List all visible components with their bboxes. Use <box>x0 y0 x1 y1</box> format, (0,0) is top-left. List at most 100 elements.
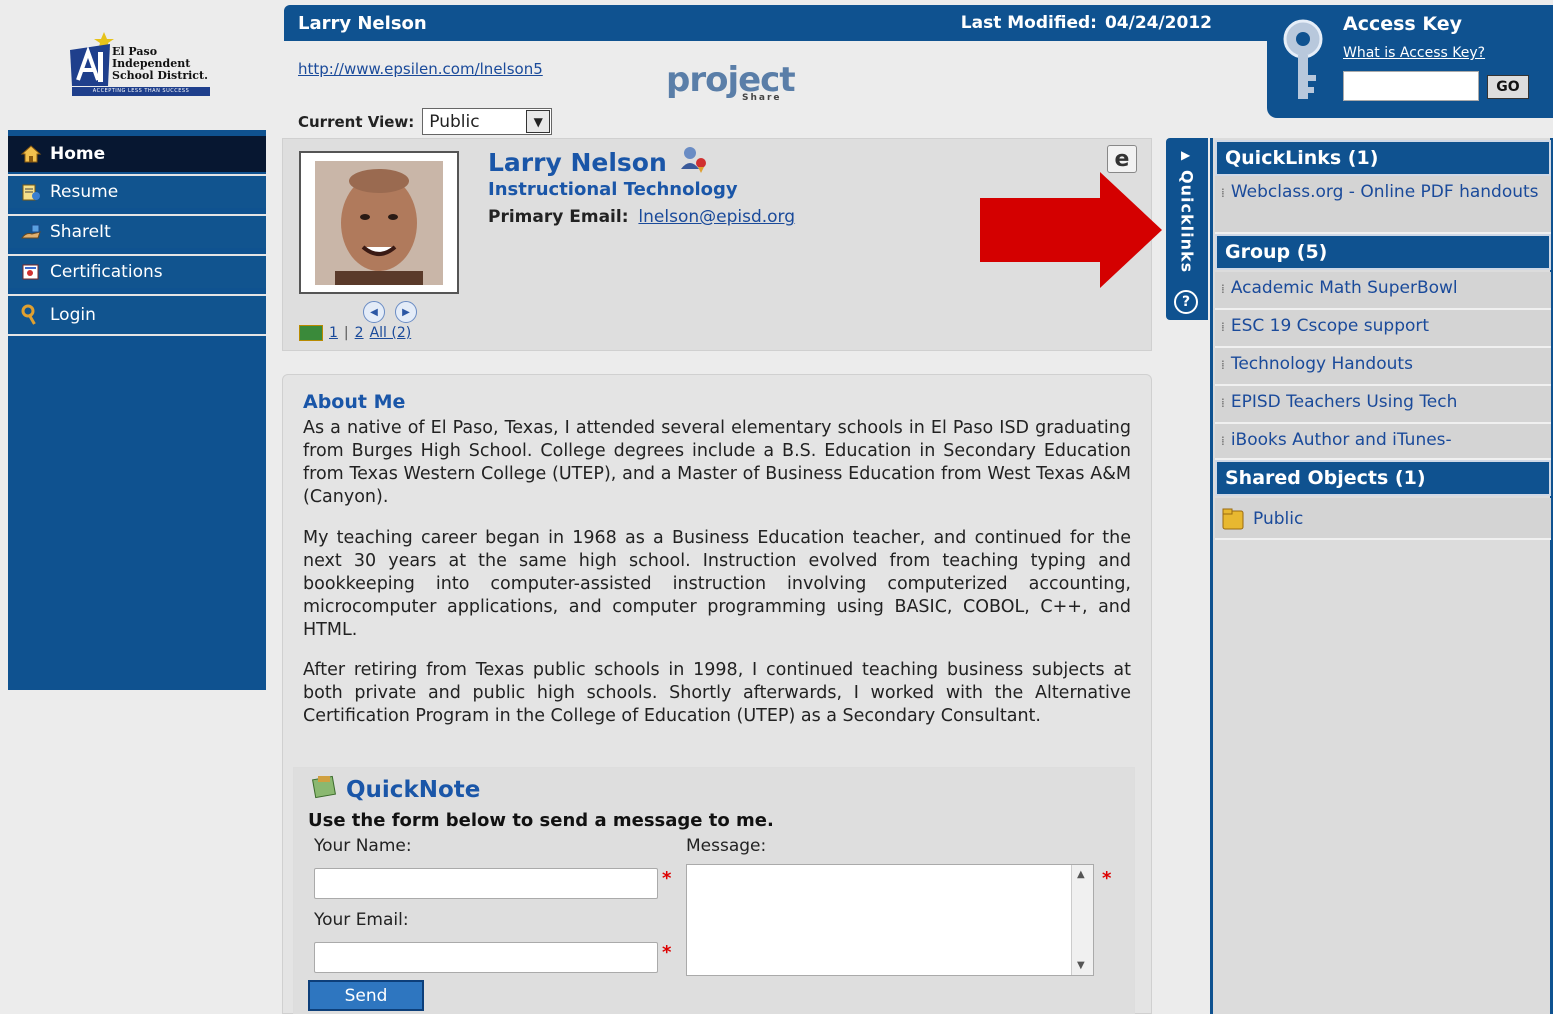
photo-all-link[interactable]: All (2) <box>370 325 412 341</box>
photo-page-separator: | <box>343 325 349 341</box>
group-item[interactable]: ⁞ ESC 19 Cscope support <box>1215 310 1551 348</box>
resume-icon <box>18 181 44 203</box>
photo-pagination: 1 | 2 All (2) <box>299 325 411 341</box>
group-label: EPISD Teachers Using Tech <box>1230 392 1458 412</box>
key-icon <box>18 304 44 326</box>
message-label: Message: <box>686 836 767 856</box>
quicklinks-tab-label: Quicklinks <box>1177 170 1197 274</box>
note-icon <box>310 774 338 806</box>
profile-department: Instructional Technology <box>488 179 738 200</box>
profile-url-link[interactable]: http://www.epsilen.com/lnelson5 <box>298 60 543 78</box>
group-label: Academic Math SuperBowl <box>1230 278 1458 298</box>
group-item[interactable]: ⁞ Academic Math SuperBowl <box>1215 272 1551 310</box>
logo-tagline: ACCEPTING LESS THAN SUCCESS <box>72 87 210 96</box>
photo-gallery-icon <box>299 325 323 341</box>
nav-divider <box>8 334 266 336</box>
quicklinks-tab[interactable]: ▶ Quicklinks ? <box>1166 138 1208 320</box>
bullet-icon: ⁞ <box>1221 396 1225 410</box>
required-marker: * <box>662 942 672 963</box>
photo-page-2-link[interactable]: 2 <box>355 325 364 341</box>
current-view-select[interactable]: Public ▼ <box>422 108 553 135</box>
photo-nav: ◀ ▶ <box>363 301 417 323</box>
nav-label-shareit: ShareIt <box>50 222 111 242</box>
share-icon <box>18 221 44 243</box>
current-view-label: Current View: <box>298 112 415 131</box>
quicklinks-header: QuickLinks (1) <box>1215 140 1551 176</box>
group-item[interactable]: ⁞ EPISD Teachers Using Tech <box>1215 386 1551 424</box>
bullet-icon: ⁞ <box>1221 434 1225 448</box>
quicknote-form: QuickNote Use the form below to send a m… <box>293 767 1135 1014</box>
access-key-input[interactable] <box>1343 71 1479 101</box>
your-name-label: Your Name: <box>314 836 412 856</box>
folder-icon <box>1221 507 1245 531</box>
group-item[interactable]: ⁞ Technology Handouts <box>1215 348 1551 386</box>
quicknote-subtitle: Use the form below to send a message to … <box>308 810 774 831</box>
your-name-input[interactable] <box>314 868 658 899</box>
nav-label-certifications: Certifications <box>50 262 163 282</box>
nav-item-home[interactable]: Home <box>8 130 266 172</box>
about-paragraph: As a native of El Paso, Texas, I attende… <box>303 418 1131 507</box>
group-item[interactable]: ⁞ iBooks Author and iTunes- <box>1215 424 1551 460</box>
access-key-go-button[interactable]: GO <box>1487 75 1529 99</box>
header-owner-name: Larry Nelson <box>298 12 427 34</box>
about-paragraph: After retiring from Texas public schools… <box>303 660 1131 726</box>
quicklink-label: Webclass.org - Online PDF handouts <box>1230 182 1539 202</box>
required-marker: * <box>1102 868 1112 889</box>
your-email-input[interactable] <box>314 942 658 973</box>
logo-wordmark: El Paso Independent School District. <box>112 46 208 82</box>
shared-object-label: Public <box>1253 508 1304 529</box>
home-icon <box>18 143 44 165</box>
expand-arrow-icon: ▶ <box>1181 148 1191 162</box>
profile-name: Larry Nelson <box>488 145 709 179</box>
epsilen-icon[interactable]: e <box>1107 145 1137 173</box>
photo-page-1-link[interactable]: 1 <box>329 325 338 341</box>
current-view-value: Public <box>429 111 480 132</box>
bullet-icon: ⁞ <box>1221 358 1225 372</box>
group-label: ESC 19 Cscope support <box>1230 316 1430 336</box>
previous-photo-icon[interactable]: ◀ <box>363 301 385 323</box>
about-paragraph: My teaching career began in 1968 as a Bu… <box>303 528 1131 640</box>
project-logo-sub: Share <box>742 93 782 103</box>
quicklink-item[interactable]: ⁞ Webclass.org - Online PDF handouts <box>1215 176 1551 234</box>
nav-item-resume[interactable]: Resume <box>8 174 266 208</box>
profile-photo <box>299 151 459 294</box>
nav-item-shareit[interactable]: ShareIt <box>8 214 266 248</box>
right-panel: QuickLinks (1) ⁞ Webclass.org - Online PD… <box>1210 138 1553 1014</box>
project-share-logo: project Share <box>662 48 802 108</box>
nav-item-certifications[interactable]: Certifications <box>8 254 266 288</box>
next-photo-icon[interactable]: ▶ <box>395 301 417 323</box>
about-me-title: About Me <box>303 391 406 413</box>
scroll-down-icon[interactable]: ▼ <box>1077 960 1085 971</box>
help-icon[interactable]: ? <box>1174 290 1198 314</box>
logo-line-3: School District. <box>112 69 208 82</box>
current-view: Current View: Public ▼ <box>298 108 553 135</box>
last-modified-date: 04/24/2012 <box>1104 13 1212 33</box>
chevron-down-icon[interactable]: ▼ <box>526 110 551 133</box>
nav-label-resume: Resume <box>50 182 119 202</box>
what-is-access-key-link[interactable]: What is Access Key? <box>1343 45 1485 61</box>
access-key-panel: Access Key What is Access Key? GO <box>1267 5 1553 118</box>
quicknote-title-text: QuickNote <box>346 777 481 803</box>
access-key-title: Access Key <box>1343 13 1463 35</box>
scroll-up-icon[interactable]: ▲ <box>1077 869 1085 880</box>
episd-logo: El Paso Independent School District. ACC… <box>68 30 213 100</box>
profile-name-text: Larry Nelson <box>488 147 667 177</box>
key-icon <box>1279 17 1329 111</box>
send-button[interactable]: Send <box>308 980 424 1011</box>
left-nav: Home Resume ShareIt Certifications Login <box>8 130 266 690</box>
primary-email: Primary Email: lnelson@episd.org <box>488 207 795 227</box>
shared-object-item[interactable]: Public <box>1215 498 1551 540</box>
profile-header-bar: Larry Nelson Last Modified: 04/24/2012 <box>284 5 1271 41</box>
group-header: Group (5) <box>1215 234 1551 270</box>
about-me-section: About Me As a native of El Paso, Texas, … <box>282 374 1152 1014</box>
message-scrollbar[interactable]: ▲ ▼ <box>1071 865 1093 975</box>
primary-email-link[interactable]: lnelson@episd.org <box>638 207 795 227</box>
nav-label-home: Home <box>50 144 106 164</box>
nav-item-login[interactable]: Login <box>8 294 266 334</box>
last-modified-label: Last Modified: <box>960 13 1097 33</box>
message-textarea[interactable]: ▲ ▼ <box>686 864 1094 976</box>
certificate-icon <box>18 261 44 283</box>
profile-photo-image <box>315 161 443 285</box>
quicknote-title: QuickNote <box>310 774 480 806</box>
nav-label-login: Login <box>50 305 96 325</box>
